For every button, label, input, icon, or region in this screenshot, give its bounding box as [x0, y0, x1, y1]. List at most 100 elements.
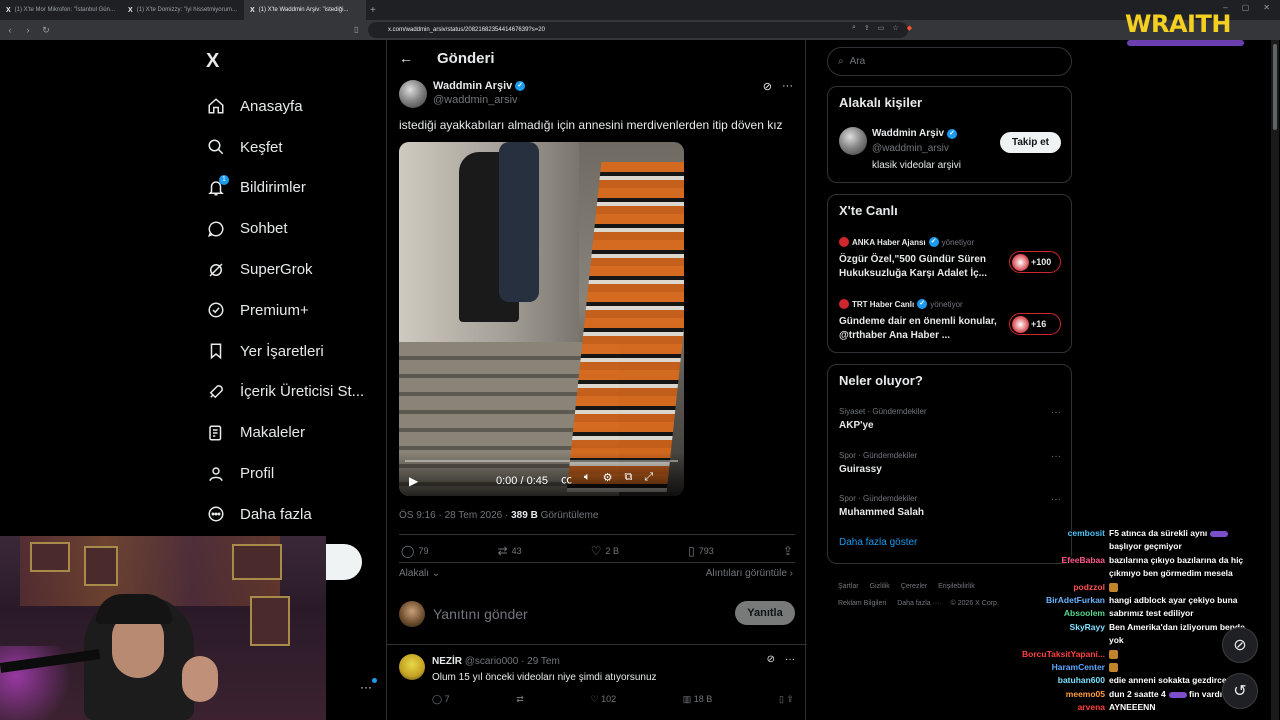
sidebar-item-creator-studio[interactable]: İçerik Üreticisi St... [206, 372, 364, 413]
related-user-name[interactable]: Waddmin Arşiv [872, 128, 944, 139]
share-button[interactable]: ⇪ [783, 544, 793, 558]
more-options-icon[interactable]: ··· [785, 654, 795, 665]
chat-username[interactable]: HaramCenter [990, 661, 1105, 674]
sidebar-item-notifications[interactable]: 1 Bildirimler [206, 168, 364, 209]
forward-nav-icon[interactable]: › [20, 25, 36, 35]
browser-tab-1[interactable]: X (1) X'te Mor Mikrofon: "İstanbul Gün... [0, 0, 122, 20]
post-author[interactable]: Waddmin Arşiv ✓ @waddmin_arsiv [399, 80, 526, 108]
sidebar-item-premium[interactable]: Premium+ [206, 290, 364, 331]
reply-submit-button[interactable]: Yanıtla [735, 601, 795, 625]
author-handle[interactable]: @waddmin_arsiv [433, 94, 525, 106]
like-button[interactable]: ♡ 102 [590, 694, 616, 705]
footer-link[interactable]: Çerezler [901, 583, 927, 590]
back-arrow-icon[interactable]: ← [399, 50, 413, 66]
video-player[interactable]: ▶ 0:00 / 0:45 ㏄ 🔈︎ ⚙ ⧉ ⤢ [399, 142, 684, 496]
reply-button[interactable]: ◯ 7 [432, 694, 450, 705]
trend-item[interactable]: Spor · Gündemdekiler Muhammed Salah ··· [839, 494, 1061, 518]
compose-post-button[interactable] [326, 544, 362, 580]
avatar[interactable] [399, 80, 427, 108]
more-options-icon[interactable]: ··· [1051, 494, 1061, 505]
trend-item[interactable]: Siyaset · Gündemdekiler AKP'ye ··· [839, 407, 1061, 431]
sidebar-item-chat[interactable]: Sohbet [206, 208, 364, 249]
related-user-handle[interactable]: @waddmin_arsiv [872, 143, 949, 154]
video-progress-bar[interactable] [405, 460, 678, 462]
live-item[interactable]: ANKA Haber Ajansı ✓ yönetiyor Özgür Özel,"… [839, 237, 1061, 280]
more-options-icon[interactable]: ··· [1051, 451, 1061, 462]
trend-item[interactable]: Spor · Gündemdekiler Guirassy ··· [839, 451, 1061, 475]
browser-tab-3[interactable]: X (1) X'te Waddmin Arşiv: "istediği... [244, 0, 366, 20]
sidebar-item-supergrok[interactable]: SuperGrok [206, 249, 364, 290]
avatar[interactable] [839, 127, 867, 155]
footer-link[interactable]: Daha fazla ··· [897, 600, 939, 607]
chat-username[interactable]: SkyRayy [990, 621, 1105, 634]
repost-button[interactable]: ⇄ 43 [498, 544, 522, 558]
chat-username[interactable]: Absoolem [990, 607, 1105, 620]
chat-username[interactable]: meemo05 [990, 688, 1105, 701]
view-quotes-link[interactable]: Alıntıları görüntüle › [706, 568, 793, 579]
settings-gear-icon[interactable]: ⚙ [603, 471, 613, 487]
footer-link[interactable]: Reklam Bilgileri [838, 600, 886, 607]
chat-username[interactable]: cembosit [990, 527, 1105, 540]
like-button[interactable]: ♡ 2 B [591, 544, 619, 558]
pip-icon[interactable]: ⧉ [624, 471, 632, 487]
maximize-icon[interactable]: ▢ [1242, 3, 1250, 12]
sort-relevance-dropdown[interactable]: Alakalı ⌄ [399, 568, 440, 579]
reply-input[interactable]: Yanıtını gönder [433, 606, 528, 622]
scrollbar-thumb[interactable] [1273, 44, 1277, 130]
show-more-link[interactable]: Daha fazla göster [839, 537, 917, 548]
new-tab-icon[interactable]: + [370, 5, 376, 16]
fullscreen-icon[interactable]: ⤢ [644, 471, 653, 487]
grok-icon[interactable]: ⊘ [763, 80, 772, 93]
chat-username[interactable]: arvena [990, 701, 1105, 714]
repost-button[interactable]: ⇄ [516, 694, 524, 705]
avatar[interactable] [399, 654, 425, 680]
author-name[interactable]: Waddmin Arşiv [433, 80, 512, 92]
chat-username[interactable]: batuhan600 [990, 674, 1105, 687]
chat-username[interactable]: BorcuTaksitYapani... [990, 648, 1105, 661]
back-nav-icon[interactable]: ‹ [2, 25, 18, 35]
scrollbar[interactable] [1271, 40, 1279, 720]
reply-button[interactable]: ◯ 79 [401, 544, 428, 558]
live-listeners-pill[interactable]: +16 [1009, 313, 1061, 335]
views-button[interactable]: ▥ 18 B [683, 694, 713, 705]
share-icon[interactable]: ⇪ [864, 24, 870, 32]
chat-username[interactable]: BirAdetFurkan [990, 594, 1105, 607]
post-timestamp[interactable]: ÖS 9:16 · 28 Tem 2026 · [399, 510, 511, 521]
bookmark-page-icon[interactable]: ▯ [354, 25, 358, 34]
footer-link[interactable]: Şartlar [838, 583, 859, 590]
screenshot-icon[interactable]: ▭ [878, 24, 885, 32]
bookmark-button[interactable]: ▯ 793 [688, 544, 714, 558]
reload-icon[interactable]: ↻ [38, 25, 54, 36]
sidebar-item-articles[interactable]: Makaleler [206, 412, 364, 453]
sidebar-item-more[interactable]: Daha fazla [206, 494, 364, 535]
more-options-icon[interactable]: ··· [782, 80, 793, 93]
footer-link[interactable]: Erişilebilirlik [938, 583, 975, 590]
chat-username[interactable]: podzzol [990, 581, 1105, 594]
sidebar-item-profile[interactable]: Profil [206, 453, 364, 494]
sidebar-item-home[interactable]: Anasayfa [206, 86, 364, 127]
bookmark-button[interactable]: ▯ ⇪ [779, 694, 794, 705]
url-field[interactable]: x.com/waddmin_arsiv/status/2082168235441… [368, 22, 908, 38]
more-options-icon[interactable]: ··· [1051, 407, 1061, 418]
grok-icon[interactable]: ⊘ [767, 654, 775, 665]
zoom-icon[interactable]: ⌕ [852, 24, 856, 32]
live-listeners-pill[interactable]: +100 [1009, 251, 1061, 273]
close-window-icon[interactable]: ✕ [1263, 3, 1270, 12]
grok-floating-icon[interactable]: ⊘ [1222, 627, 1258, 663]
x-logo[interactable]: X [206, 50, 219, 73]
sidebar-item-explore[interactable]: Keşfet [206, 127, 364, 168]
star-icon[interactable]: ☆ [892, 24, 898, 32]
play-icon[interactable]: ▶ [409, 474, 418, 488]
live-item[interactable]: TRT Haber Canlı ✓ yönetiyor Gündeme dair e… [839, 299, 1061, 342]
captions-icon[interactable]: ㏄ [561, 471, 572, 487]
follow-button[interactable]: Takip et [1000, 132, 1061, 153]
volume-icon[interactable]: 🔈︎ [584, 471, 591, 487]
sidebar-item-bookmarks[interactable]: Yer İşaretleri [206, 331, 364, 372]
browser-tab-2[interactable]: X (1) X'te Domizzy: "iyi hissetmiyorum... [122, 0, 244, 20]
footer-link[interactable]: Gizlilik [870, 583, 890, 590]
chat-username[interactable]: EfeeBabaa [990, 554, 1105, 567]
brave-shield-icon[interactable]: ◆ [907, 24, 912, 32]
grok-chat-floating-icon[interactable]: ↺ [1222, 673, 1258, 709]
search-input[interactable]: ⌕ Ara [827, 47, 1072, 76]
account-menu-icon[interactable]: ··· [360, 678, 377, 694]
